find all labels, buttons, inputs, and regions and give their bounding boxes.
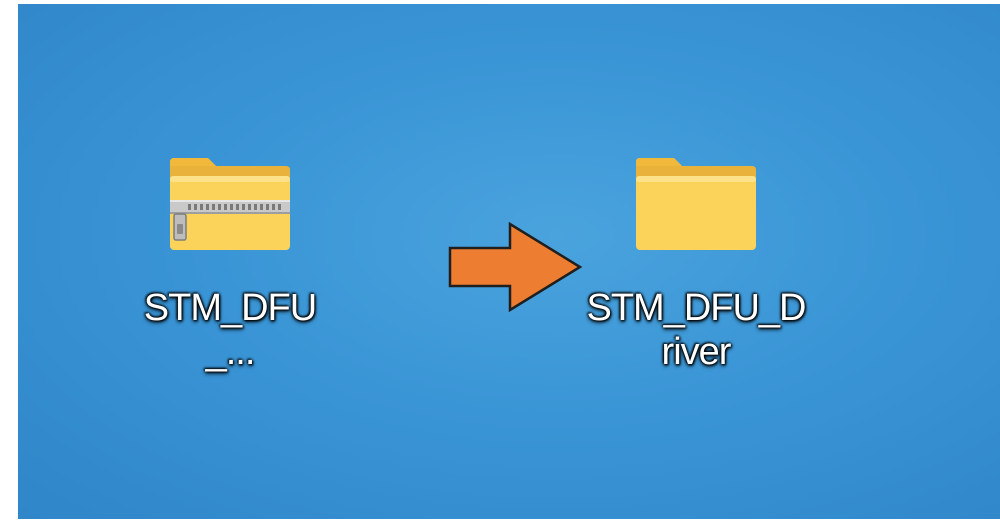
desktop-icon-compressed-folder[interactable]: STM_DFU_...	[120, 154, 340, 374]
desktop-background: STM_DFU_... STM_DFU_D river	[18, 4, 1000, 519]
compressed-folder-icon	[170, 158, 290, 250]
desktop-icon-label: STM_DFU_D river	[586, 287, 806, 373]
desktop-icon-folder[interactable]: STM_DFU_D river	[586, 154, 807, 374]
screenshot-frame: STM_DFU_... STM_DFU_D river	[0, 0, 1000, 523]
right-arrow-icon	[448, 222, 583, 312]
desktop-icon-label: STM_DFU_...	[143, 287, 317, 373]
folder-icon	[636, 158, 756, 250]
